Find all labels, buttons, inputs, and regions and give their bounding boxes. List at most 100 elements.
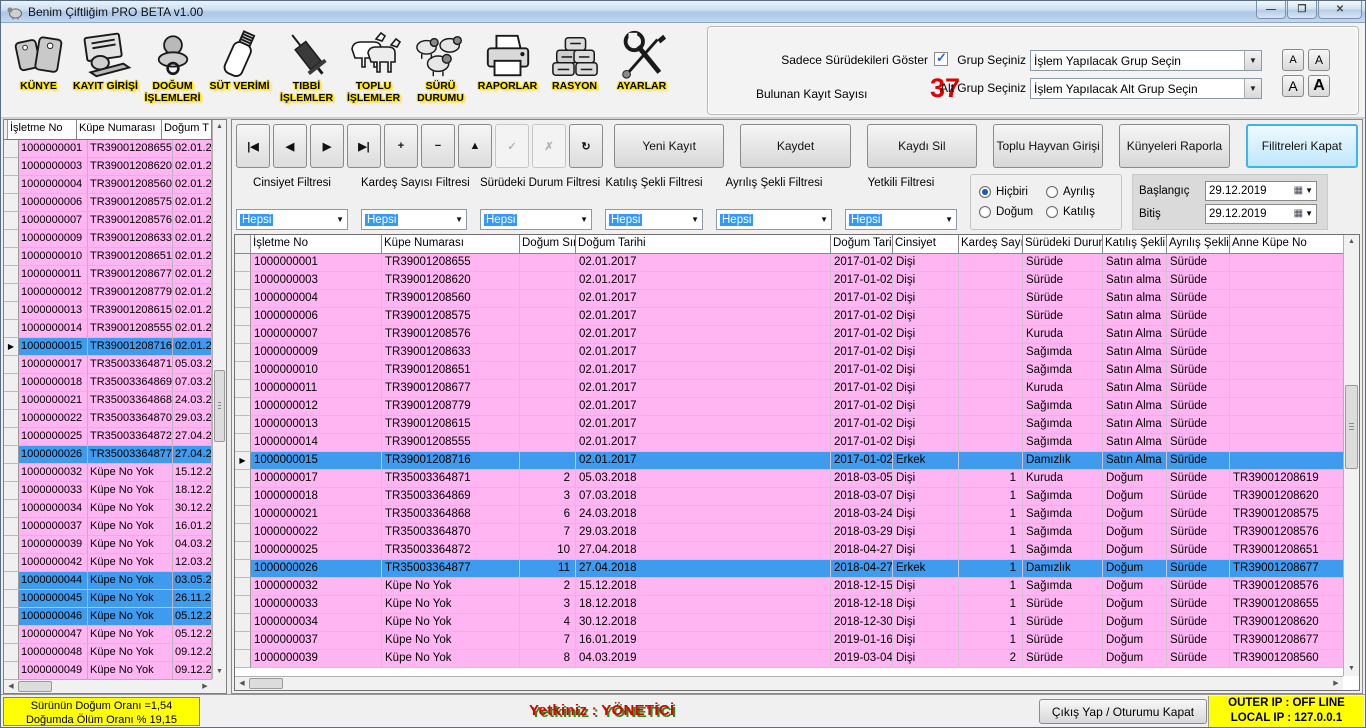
- toolbar-kayit-girisi[interactable]: KAYIT GİRİŞİ: [72, 23, 139, 117]
- nav-button[interactable]: −: [421, 124, 455, 168]
- table-row[interactable]: 1000000006 TR39001208575 02.01.2017 2017…: [235, 308, 1343, 326]
- list-item[interactable]: 1000000015 TR39001208716 02.01.20: [4, 338, 212, 356]
- scroll-up-icon[interactable]: ▲: [1344, 235, 1359, 249]
- table-horizontal-scrollbar[interactable]: ◀ ▶: [235, 676, 1343, 690]
- scrollbar-thumb[interactable]: [214, 370, 225, 442]
- table-row[interactable]: 1000000032 Küpe No Yok 2 15.12.2018 2018…: [235, 578, 1343, 596]
- table-row[interactable]: 1000000034 Küpe No Yok 4 30.12.2018 2018…: [235, 614, 1343, 632]
- filter-katilis-select[interactable]: Hepsi ▼: [605, 209, 703, 230]
- chevron-down-icon[interactable]: ▼: [1244, 79, 1261, 98]
- table-row[interactable]: 1000000039 Küpe No Yok 8 04.03.2019 2019…: [235, 650, 1343, 668]
- sidebar-vertical-scrollbar[interactable]: ▲ ▼: [212, 120, 226, 679]
- table-row[interactable]: 1000000033 Küpe No Yok 3 18.12.2018 2018…: [235, 596, 1343, 614]
- font-size-xlarge-button[interactable]: A: [1308, 75, 1330, 97]
- scroll-down-icon[interactable]: ▼: [213, 665, 226, 679]
- table-row[interactable]: 1000000010 TR39001208651 02.01.2017 2017…: [235, 362, 1343, 380]
- filter-cinsiyet-select[interactable]: Hepsi ▼: [236, 209, 348, 230]
- nav-button[interactable]: ✗: [532, 124, 566, 168]
- toolbar-raporlar[interactable]: RAPORLAR: [474, 23, 541, 117]
- list-item[interactable]: 1000000006 TR39001208575 02.01.20: [4, 194, 212, 212]
- nav-button[interactable]: ▶: [310, 124, 344, 168]
- nav-button[interactable]: ◀: [273, 124, 307, 168]
- list-item[interactable]: 1000000018 TR35003364869 07.03.20: [4, 374, 212, 392]
- filter-kardes-select[interactable]: Hepsi ▼: [361, 209, 467, 230]
- list-item[interactable]: 1000000044 Küpe No Yok 03.05.20: [4, 572, 212, 590]
- scroll-up-icon[interactable]: ▲: [213, 120, 226, 134]
- close-filters-button[interactable]: Filitreleri Kapat: [1246, 124, 1358, 168]
- table-row[interactable]: 1000000022 TR35003364870 7 29.03.2018 20…: [235, 524, 1343, 542]
- list-item[interactable]: 1000000010 TR39001208651 02.01.20: [4, 248, 212, 266]
- toolbar-dogum[interactable]: DOĞUM İŞLEMLERİ: [139, 23, 206, 117]
- column-header[interactable]: Ayrılış Şekli: [1167, 235, 1230, 253]
- date-filter-radio[interactable]: Katılış: [1046, 206, 1113, 218]
- table-row[interactable]: 1000000025 TR35003364872 10 27.04.2018 2…: [235, 542, 1343, 560]
- list-item[interactable]: 1000000003 TR39001208620 02.01.20: [4, 158, 212, 176]
- column-header[interactable]: Katılış Şekli: [1103, 235, 1167, 253]
- list-item[interactable]: 1000000021 TR35003364868 24.03.20: [4, 392, 212, 410]
- date-filter-radio[interactable]: Doğum: [979, 206, 1046, 218]
- filter-durum-select[interactable]: Hepsi ▼: [480, 209, 592, 230]
- start-date-field[interactable]: 29.12.2019 ▦ ▼: [1205, 181, 1317, 201]
- nav-button[interactable]: +: [384, 124, 418, 168]
- table-row[interactable]: 1000000014 TR39001208555 02.01.2017 2017…: [235, 434, 1343, 452]
- group-select[interactable]: İşlem Yapılacak Grup Seçin ▼: [1030, 50, 1262, 71]
- list-item[interactable]: 1000000004 TR39001208560 02.01.20: [4, 176, 212, 194]
- list-item[interactable]: 1000000007 TR39001208576 02.01.20: [4, 212, 212, 230]
- column-header[interactable]: İşletme No: [8, 120, 77, 139]
- save-button[interactable]: Kaydet: [740, 124, 850, 168]
- scroll-left-icon[interactable]: ◀: [4, 680, 18, 693]
- table-row[interactable]: 1000000015 TR39001208716 02.01.2017 2017…: [235, 452, 1343, 470]
- list-item[interactable]: 1000000009 TR39001208633 02.01.20: [4, 230, 212, 248]
- column-header[interactable]: Küpe Numarası: [77, 120, 162, 139]
- table-row[interactable]: 1000000018 TR35003364869 3 07.03.2018 20…: [235, 488, 1343, 506]
- scroll-left-icon[interactable]: ◀: [235, 677, 249, 690]
- table-row[interactable]: 1000000001 TR39001208655 02.01.2017 2017…: [235, 254, 1343, 272]
- toolbar-tibbi[interactable]: TIBBİ İŞLEMLER: [273, 23, 340, 117]
- list-item[interactable]: 1000000012 TR39001208779 02.01.20: [4, 284, 212, 302]
- nav-button[interactable]: ▲: [458, 124, 492, 168]
- column-header[interactable]: Sürüdeki Durumu: [1023, 235, 1103, 253]
- list-item[interactable]: 1000000011 TR39001208677 02.01.20: [4, 266, 212, 284]
- table-row[interactable]: 1000000026 TR35003364877 11 27.04.2018 2…: [235, 560, 1343, 578]
- font-size-small-button[interactable]: A: [1282, 49, 1304, 71]
- scrollbar-thumb[interactable]: [249, 678, 283, 689]
- list-item[interactable]: 1000000033 Küpe No Yok 18.12.20: [4, 482, 212, 500]
- font-size-large-button[interactable]: A: [1282, 75, 1304, 97]
- column-header[interactable]: Doğum Tarihi: [831, 235, 893, 253]
- table-row[interactable]: 1000000012 TR39001208779 02.01.2017 2017…: [235, 398, 1343, 416]
- scroll-right-icon[interactable]: ▶: [1329, 677, 1343, 690]
- new-record-button[interactable]: Yeni Kayıt: [614, 124, 724, 168]
- toolbar-rasyon[interactable]: RASYON: [541, 23, 608, 117]
- nav-button[interactable]: ✓: [495, 124, 529, 168]
- chevron-down-icon[interactable]: ▼: [1244, 51, 1261, 70]
- list-item[interactable]: 1000000025 TR35003364872 27.04.20: [4, 428, 212, 446]
- toolbar-suru[interactable]: SÜRÜ DURUMU: [407, 23, 474, 117]
- list-item[interactable]: 1000000045 Küpe No Yok 26.11.20: [4, 590, 212, 608]
- font-size-medium-button[interactable]: A: [1308, 49, 1330, 71]
- toolbar-sut[interactable]: SÜT VERİMİ: [206, 23, 273, 117]
- minimize-button[interactable]: —: [1256, 1, 1286, 19]
- restore-button[interactable]: ❐: [1287, 1, 1317, 19]
- list-item[interactable]: 1000000017 TR35003364871 05.03.20: [4, 356, 212, 374]
- scrollbar-thumb[interactable]: [18, 681, 52, 692]
- list-item[interactable]: 1000000032 Küpe No Yok 15.12.20: [4, 464, 212, 482]
- filter-ayrilis-select[interactable]: Hepsi ▼: [716, 209, 832, 230]
- table-row[interactable]: 1000000037 Küpe No Yok 7 16.01.2019 2019…: [235, 632, 1343, 650]
- filter-yetkili-select[interactable]: Hepsi ▼: [845, 209, 957, 230]
- list-item[interactable]: 1000000046 Küpe No Yok 05.12.20: [4, 608, 212, 626]
- alt-group-select[interactable]: İşlem Yapılacak Alt Grup Seçin ▼: [1030, 78, 1262, 99]
- table-row[interactable]: 1000000007 TR39001208576 02.01.2017 2017…: [235, 326, 1343, 344]
- table-row[interactable]: 1000000003 TR39001208620 02.01.2017 2017…: [235, 272, 1343, 290]
- column-header[interactable]: Doğum T: [162, 120, 212, 139]
- list-item[interactable]: 1000000049 Küpe No Yok 09.12.20: [4, 662, 212, 679]
- logout-button[interactable]: Çıkış Yap / Oturumu Kapat: [1039, 699, 1207, 724]
- list-item[interactable]: 1000000047 Küpe No Yok 05.12.20: [4, 626, 212, 644]
- column-header[interactable]: Doğum Sırası: [520, 235, 576, 253]
- list-item[interactable]: 1000000026 TR35003364877 27.04.20: [4, 446, 212, 464]
- table-row[interactable]: 1000000004 TR39001208560 02.01.2017 2017…: [235, 290, 1343, 308]
- nav-button[interactable]: ▶|: [347, 124, 381, 168]
- table-row[interactable]: 1000000009 TR39001208633 02.01.2017 2017…: [235, 344, 1343, 362]
- nav-button[interactable]: ↻: [569, 124, 603, 168]
- scrollbar-thumb[interactable]: [1345, 385, 1358, 469]
- scroll-down-icon[interactable]: ▼: [1344, 662, 1359, 676]
